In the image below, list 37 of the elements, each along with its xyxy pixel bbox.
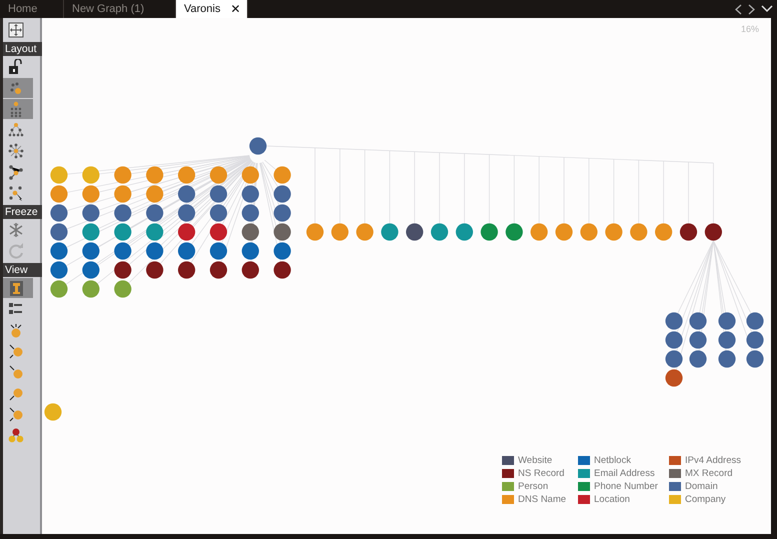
chevron-right-icon[interactable] xyxy=(748,4,755,14)
legend-label: Email Address xyxy=(594,468,655,479)
legend-label: DNS Name xyxy=(518,494,566,505)
network-icon xyxy=(8,164,24,180)
molecule-icon xyxy=(8,426,24,444)
padlock-icon xyxy=(8,58,24,76)
chevron-left-icon[interactable] xyxy=(735,4,742,14)
pointer-icon xyxy=(8,184,24,202)
close-button[interactable]: ✕ xyxy=(230,2,240,16)
snowflake-icon xyxy=(8,222,24,238)
hierarchy-icon xyxy=(8,122,24,138)
node-arrow-icon xyxy=(8,364,24,380)
node-arrows-icon xyxy=(8,342,24,360)
move-icon xyxy=(8,22,24,38)
legend-label: MX Record xyxy=(685,468,733,479)
zoom-level: 16% xyxy=(740,24,759,34)
section-label: Layout xyxy=(3,42,42,56)
legend-label: Netblock xyxy=(594,455,631,466)
legend-label: Location xyxy=(594,494,630,505)
node-arrows-icon xyxy=(8,322,24,338)
nodes-icon xyxy=(8,80,24,96)
tab[interactable]: Varonis ✕ xyxy=(176,0,248,18)
legend-label: Website xyxy=(518,455,552,466)
legend-label: IPv4 Address xyxy=(685,455,741,466)
legend-label: Phone Number xyxy=(594,481,658,492)
chevron-down-icon[interactable] xyxy=(761,5,773,13)
legend-label: NS Record xyxy=(518,468,564,479)
legend-label: Company xyxy=(685,494,726,505)
legend-label: Person xyxy=(518,481,548,492)
radial-icon xyxy=(8,142,24,160)
legend-label: Domain xyxy=(685,481,718,492)
section-label: View xyxy=(3,263,42,277)
node-arrows-icon xyxy=(8,406,24,422)
graph-nodes[interactable] xyxy=(44,137,764,421)
refresh-icon xyxy=(8,242,24,260)
dot-grid-icon xyxy=(8,100,24,118)
section-label: Freeze xyxy=(3,205,42,219)
